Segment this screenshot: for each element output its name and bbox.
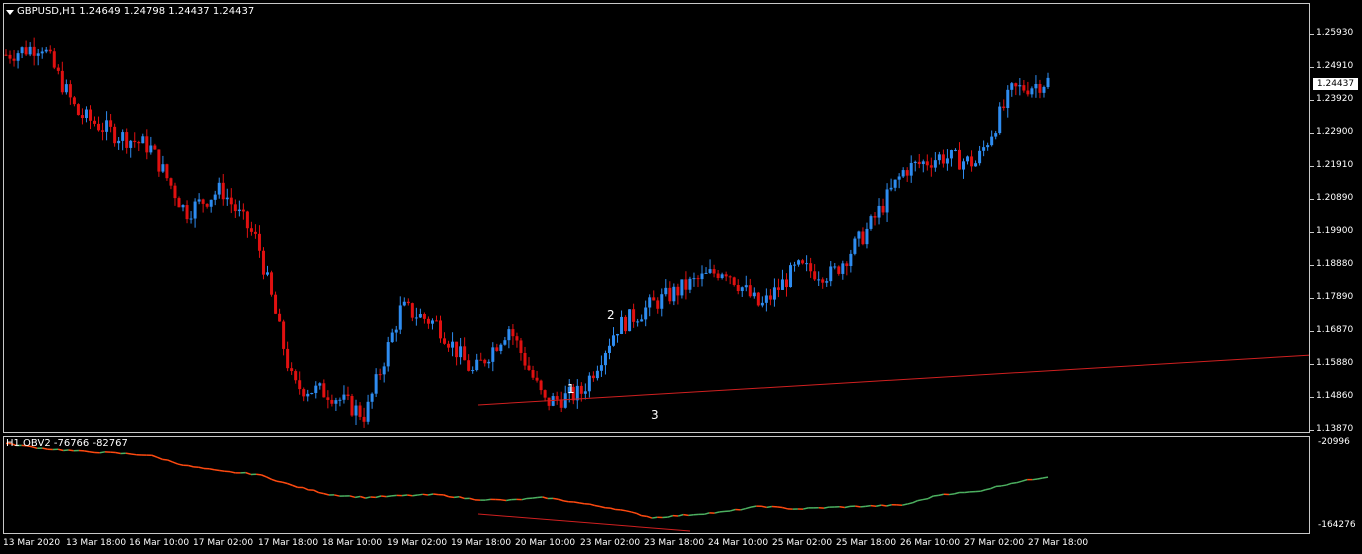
time-tick-label: 27 Mar 02:00 [964, 538, 1025, 548]
time-tick-label: 20 Mar 10:00 [515, 538, 576, 548]
time-tick-label: 13 Mar 2020 [3, 538, 61, 548]
chart-title: GBPUSD,H1 1.24649 1.24798 1.24437 1.2443… [17, 6, 255, 17]
price-tick [1310, 133, 1314, 134]
indicator-frame [3, 436, 1310, 534]
time-tick-label: 23 Mar 02:00 [580, 538, 641, 548]
time-tick-label: 25 Mar 02:00 [772, 538, 833, 548]
price-tick-label: 1.14860 [1316, 391, 1354, 401]
price-tick [1310, 265, 1314, 266]
dropdown-arrow-icon[interactable] [6, 10, 14, 15]
price-tick-label: 1.17890 [1316, 292, 1354, 302]
time-tick-label: 26 Mar 10:00 [900, 538, 961, 548]
price-tick-label: 1.16870 [1316, 325, 1354, 335]
time-tick-label: 18 Mar 10:00 [322, 538, 383, 548]
main-chart-frame [3, 3, 1310, 433]
price-tick [1310, 67, 1314, 68]
price-tick-label: 1.19900 [1316, 226, 1354, 236]
time-tick-label: 23 Mar 18:00 [644, 538, 705, 548]
price-tick [1310, 331, 1314, 332]
time-tick-label: 19 Mar 18:00 [451, 538, 512, 548]
price-tick [1310, 232, 1314, 233]
price-tick [1310, 100, 1314, 101]
price-tick-label: 1.18880 [1316, 259, 1354, 269]
price-tick [1310, 430, 1314, 431]
price-tick-label: 1.23920 [1316, 94, 1354, 104]
price-tick-label: 1.15880 [1316, 358, 1354, 368]
price-tick-label: 1.21910 [1316, 160, 1354, 170]
time-tick-label: 17 Mar 18:00 [258, 538, 319, 548]
price-tick [1310, 199, 1314, 200]
price-tick [1310, 166, 1314, 167]
time-tick-label: 24 Mar 10:00 [708, 538, 769, 548]
time-tick-label: 25 Mar 18:00 [836, 538, 897, 548]
time-tick-label: 17 Mar 02:00 [193, 538, 254, 548]
price-tick [1310, 397, 1314, 398]
price-tick [1310, 298, 1314, 299]
price-tick-label: 1.20890 [1316, 193, 1354, 203]
time-tick-label: 13 Mar 18:00 [66, 538, 127, 548]
obv-axis-bottom: -164276 [1318, 520, 1356, 530]
current-price-label: 1.24437 [1313, 78, 1358, 90]
time-tick-label: 16 Mar 10:00 [129, 538, 190, 548]
time-tick-label: 19 Mar 02:00 [387, 538, 448, 548]
price-tick-label: 1.22900 [1316, 127, 1354, 137]
price-tick-label: 1.13870 [1316, 424, 1354, 434]
price-tick [1310, 34, 1314, 35]
price-tick-label: 1.25930 [1316, 28, 1354, 38]
indicator-title: H1 OBV2 -76766 -82767 [6, 438, 128, 449]
obv-axis-top: -20996 [1318, 437, 1350, 447]
price-tick [1310, 364, 1314, 365]
price-tick-label: 1.24910 [1316, 61, 1354, 71]
time-tick-label: 27 Mar 18:00 [1028, 538, 1089, 548]
